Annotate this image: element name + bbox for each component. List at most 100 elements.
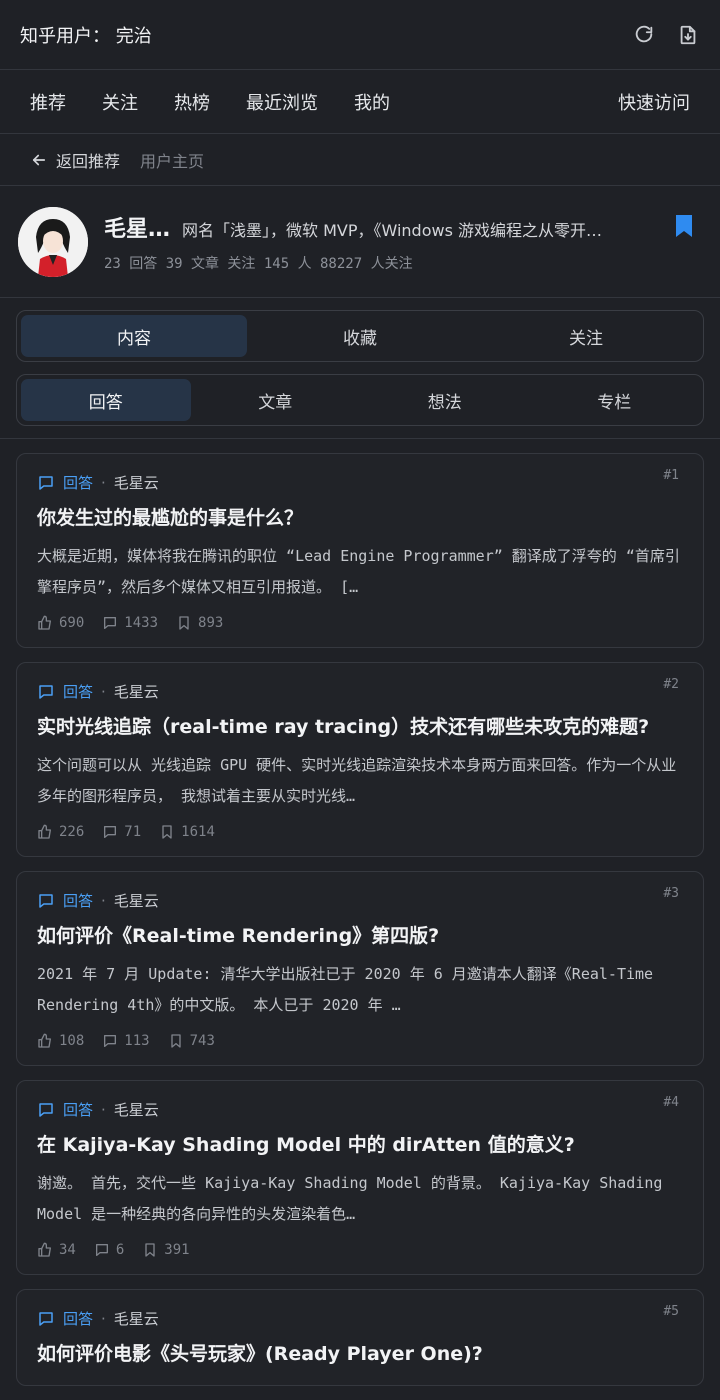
card-excerpt: 大概是近期，媒体将我在腾讯的职位 “Lead Engine Programmer… [37, 547, 680, 596]
profile-header: 毛星… 网名「浅墨」，微软 MVP，《Windows 游戏编程之从零开… 23 … [0, 186, 720, 298]
tab-thoughts[interactable]: 想法 [360, 379, 530, 421]
comment-count: 6 [115, 1242, 125, 1258]
save-stat[interactable]: 1614 [159, 824, 215, 840]
card-author[interactable]: 毛星云 [114, 1099, 159, 1120]
tab-columns[interactable]: 专栏 [530, 379, 700, 421]
like-stat[interactable]: 690 [37, 615, 84, 631]
window-title: 知乎用户： 完治 [20, 25, 152, 47]
nav-item-hot[interactable]: 热榜 [174, 89, 210, 115]
comment-stat[interactable]: 6 [94, 1242, 124, 1258]
nav-item-recommend[interactable]: 推荐 [30, 89, 66, 115]
meta-separator: · [101, 682, 106, 701]
save-stat[interactable]: 391 [142, 1242, 190, 1258]
comment-icon [104, 1035, 117, 1047]
like-stat[interactable]: 34 [37, 1242, 76, 1258]
card-author[interactable]: 毛星云 [114, 1308, 159, 1329]
card-author[interactable]: 毛星云 [114, 890, 159, 911]
card-type: 回答 [63, 1101, 94, 1119]
card-type: 回答 [63, 892, 94, 910]
nav-item-mine[interactable]: 我的 [354, 89, 390, 115]
card-title[interactable]: 你发生过的最尴尬的事是什么？ [37, 503, 683, 533]
thumbs-up-icon [38, 615, 51, 630]
profile-name: 毛星… [104, 216, 171, 242]
tab-favorites[interactable]: 收藏 [247, 315, 473, 357]
meta-separator: · [101, 473, 106, 492]
nav-item-quick-access[interactable]: 快速访问 [618, 89, 690, 115]
answer-card[interactable]: #5 回答 · 毛星云 如何评价电影《头号玩家》(Ready Player On… [16, 1289, 704, 1386]
card-type: 回答 [63, 683, 94, 701]
comment-type-icon [39, 893, 53, 908]
top-bar: 知乎用户： 完治 [0, 0, 720, 70]
card-index: #4 [663, 1095, 679, 1110]
answer-feed: #1 回答 · 毛星云 你发生过的最尴尬的事是什么？ 大概是近期，媒体将我在腾讯… [0, 439, 720, 1386]
save-count: 391 [164, 1242, 190, 1258]
thumbs-up-icon [38, 824, 51, 839]
like-stat[interactable]: 108 [37, 1033, 84, 1049]
card-title[interactable]: 在 Kajiya-Kay Shading Model 中的 dirAtten 值… [37, 1130, 683, 1160]
save-stat[interactable]: 893 [176, 615, 223, 631]
like-stat[interactable]: 226 [37, 824, 84, 840]
bookmark-outline-icon [170, 1034, 181, 1048]
meta-separator: · [101, 891, 106, 910]
tab-content[interactable]: 内容 [21, 315, 247, 357]
card-author[interactable]: 毛星云 [114, 472, 159, 493]
answer-card[interactable]: #2 回答 · 毛星云 实时光线追踪（real-time ray tracing… [16, 662, 704, 857]
tab-section: 内容 收藏 关注 回答 文章 想法 专栏 [0, 298, 720, 426]
card-index: #2 [663, 677, 679, 692]
back-label: 返回推荐 [56, 151, 121, 171]
nav-tabs: 推荐 关注 热榜 最近浏览 我的 [30, 89, 390, 115]
comment-stat[interactable]: 1433 [102, 615, 158, 631]
tab-articles[interactable]: 文章 [191, 379, 361, 421]
nav-item-follow[interactable]: 关注 [102, 89, 138, 115]
save-count: 893 [198, 615, 224, 631]
tab-following[interactable]: 关注 [473, 315, 699, 357]
thumbs-up-icon [38, 1033, 51, 1048]
comment-stat[interactable]: 113 [102, 1033, 150, 1049]
answer-card[interactable]: #4 回答 · 毛星云 在 Kajiya-Kay Shading Model 中… [16, 1080, 704, 1275]
profile-info: 毛星… 网名「浅墨」，微软 MVP，《Windows 游戏编程之从零开… 23 … [104, 211, 702, 273]
card-index: #1 [663, 468, 679, 483]
card-index: #5 [663, 1304, 679, 1319]
card-meta: 回答 · 毛星云 [37, 681, 683, 702]
card-excerpt: 这个问题可以从 光线追踪 GPU 硬件、实时光线追踪渲染技术本身两方面来回答。作… [37, 756, 677, 805]
card-author[interactable]: 毛星云 [114, 681, 159, 702]
save-stat[interactable]: 743 [168, 1033, 215, 1049]
comment-icon [104, 826, 117, 838]
download-icon[interactable] [676, 23, 700, 47]
nav-item-recent[interactable]: 最近浏览 [246, 89, 318, 115]
card-excerpt: 2021 年 7 月 Update: 清华大学出版社已于 2020 年 6 月邀… [37, 965, 654, 1014]
meta-separator: · [101, 1100, 106, 1119]
profile-title-row: 毛星… 网名「浅墨」，微软 MVP，《Windows 游戏编程之从零开… [104, 211, 702, 243]
profile-bio: 网名「浅墨」，微软 MVP，《Windows 游戏编程之从零开… [182, 220, 603, 240]
main-nav: 推荐 关注 热榜 最近浏览 我的 快速访问 [0, 70, 720, 134]
card-index: #3 [663, 886, 679, 901]
breadcrumb-current: 用户主页 [140, 151, 205, 171]
comment-icon [95, 1244, 108, 1256]
card-title[interactable]: 如何评价《Real-time Rendering》第四版? [37, 921, 683, 951]
card-stats: 108 113 743 [37, 1033, 683, 1049]
avatar[interactable] [18, 206, 88, 277]
card-title[interactable]: 如何评价电影《头号玩家》(Ready Player One)? [37, 1339, 683, 1369]
tab-answers[interactable]: 回答 [21, 379, 191, 421]
bookmark-icon[interactable] [674, 214, 694, 242]
profile-stats: 23 回答 39 文章 关注 145 人 88227 人关注 [104, 255, 413, 272]
type-tabs: 回答 文章 想法 专栏 [16, 374, 704, 426]
like-count: 108 [59, 1033, 85, 1049]
card-type: 回答 [63, 474, 94, 492]
answer-card[interactable]: #1 回答 · 毛星云 你发生过的最尴尬的事是什么？ 大概是近期，媒体将我在腾讯… [16, 453, 704, 648]
card-stats: 34 6 391 [37, 1242, 683, 1258]
comment-type-icon [39, 684, 53, 699]
back-button[interactable]: 返回推荐 [30, 148, 120, 172]
answer-card[interactable]: #3 回答 · 毛星云 如何评价《Real-time Rendering》第四版… [16, 871, 704, 1066]
breadcrumb: 返回推荐 用户主页 [0, 134, 720, 186]
card-title[interactable]: 实时光线追踪（real-time ray tracing）技术还有哪些未攻克的难… [37, 712, 683, 742]
content-tabs: 内容 收藏 关注 [16, 310, 704, 362]
refresh-icon[interactable] [632, 23, 656, 47]
comment-count: 113 [124, 1033, 150, 1049]
like-count: 690 [59, 615, 85, 631]
bookmark-outline-icon [145, 1243, 155, 1257]
card-meta: 回答 · 毛星云 [37, 890, 683, 911]
save-count: 1614 [181, 824, 215, 840]
comment-stat[interactable]: 71 [102, 824, 141, 840]
bookmark-outline-icon [179, 616, 189, 630]
